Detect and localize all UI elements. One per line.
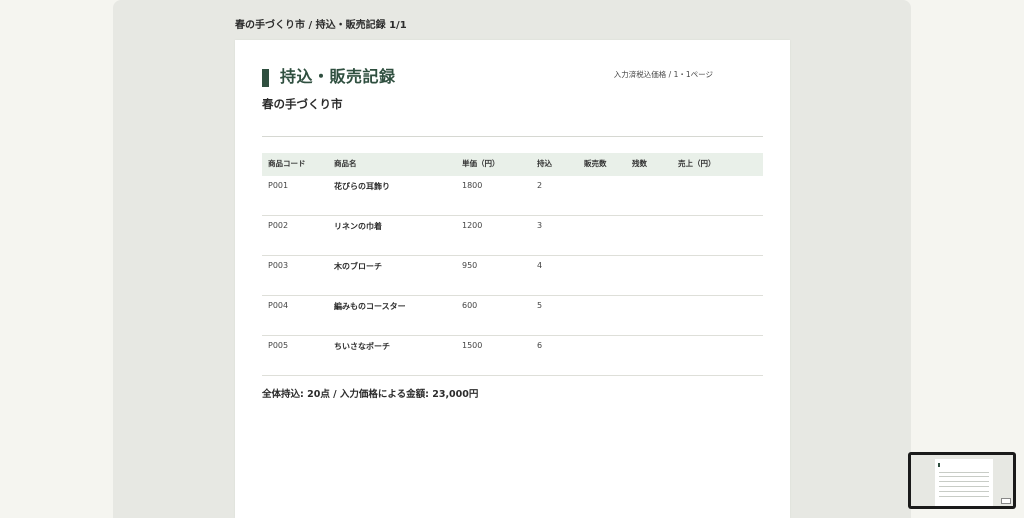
event-subtitle: 春の手づくり市 [262, 97, 343, 111]
table-header: 商品コード 商品名 単価（円） 持込 販売数 残数 売上（円） [262, 153, 763, 176]
cell-name: 編みものコースター [334, 302, 406, 311]
thumbnail-line [939, 491, 989, 492]
page-meta: 入力済税込価格 / 1・1ページ [613, 70, 713, 79]
divider [262, 136, 763, 137]
cell-price: 1500 [462, 341, 483, 350]
document-page: 持込・販売記録 入力済税込価格 / 1・1ページ 春の手づくり市 商品コード 商… [235, 40, 790, 518]
sales-table: 商品コード 商品名 単価（円） 持込 販売数 残数 売上（円） P001 花びら… [262, 153, 763, 376]
header-code: 商品コード [268, 159, 306, 168]
thumbnail-line [939, 481, 989, 482]
thumbnail-title-mark [938, 463, 940, 467]
header-price: 単価（円） [462, 159, 500, 168]
thumbnail-viewport [911, 455, 1013, 506]
thumbnail-resize-handle[interactable] [1001, 498, 1011, 504]
page-thumbnail-icon[interactable] [908, 452, 1016, 509]
table-row: P005 ちいさなポーチ 1500 6 [262, 336, 763, 376]
table-row: P003 木のブローチ 950 4 [262, 256, 763, 296]
cell-code: P004 [268, 301, 289, 310]
cell-price: 1200 [462, 221, 483, 230]
thumbnail-page [935, 459, 993, 506]
page-title: 持込・販売記録 [280, 67, 396, 86]
total-summary: 全体持込: 20点 / 入力価格による金額: 23,000円 [262, 389, 479, 400]
cell-price: 1800 [462, 181, 483, 190]
cell-qty: 2 [537, 181, 543, 190]
thumbnail-line [939, 486, 989, 487]
cell-qty: 6 [537, 341, 543, 350]
header-qty: 持込 [537, 159, 552, 168]
cell-code: P001 [268, 181, 289, 190]
document-caption: 春の手づくり市 / 持込・販売記録 1/1 [235, 20, 407, 31]
cell-code: P003 [268, 261, 289, 270]
cell-price: 600 [462, 301, 478, 310]
table-row: P002 リネンの巾着 1200 3 [262, 216, 763, 256]
thumbnail-line [939, 496, 989, 497]
header-sold: 販売数 [584, 159, 607, 168]
cell-price: 950 [462, 261, 478, 270]
header-name: 商品名 [334, 159, 357, 168]
thumbnail-line [939, 476, 989, 477]
title-accent-bar [262, 69, 269, 87]
cell-name: リネンの巾着 [334, 222, 382, 231]
header-sales: 売上（円） [678, 159, 716, 168]
cell-qty: 5 [537, 301, 543, 310]
cell-code: P002 [268, 221, 289, 230]
table-row: P001 花びらの耳飾り 1800 2 [262, 176, 763, 216]
thumbnail-line [939, 472, 989, 473]
cell-name: 花びらの耳飾り [334, 182, 390, 191]
table-row: P004 編みものコースター 600 5 [262, 296, 763, 336]
header-remain: 残数 [632, 159, 647, 168]
cell-code: P005 [268, 341, 289, 350]
cell-name: 木のブローチ [334, 262, 382, 271]
cell-name: ちいさなポーチ [334, 342, 390, 351]
cell-qty: 4 [537, 261, 543, 270]
cell-qty: 3 [537, 221, 543, 230]
